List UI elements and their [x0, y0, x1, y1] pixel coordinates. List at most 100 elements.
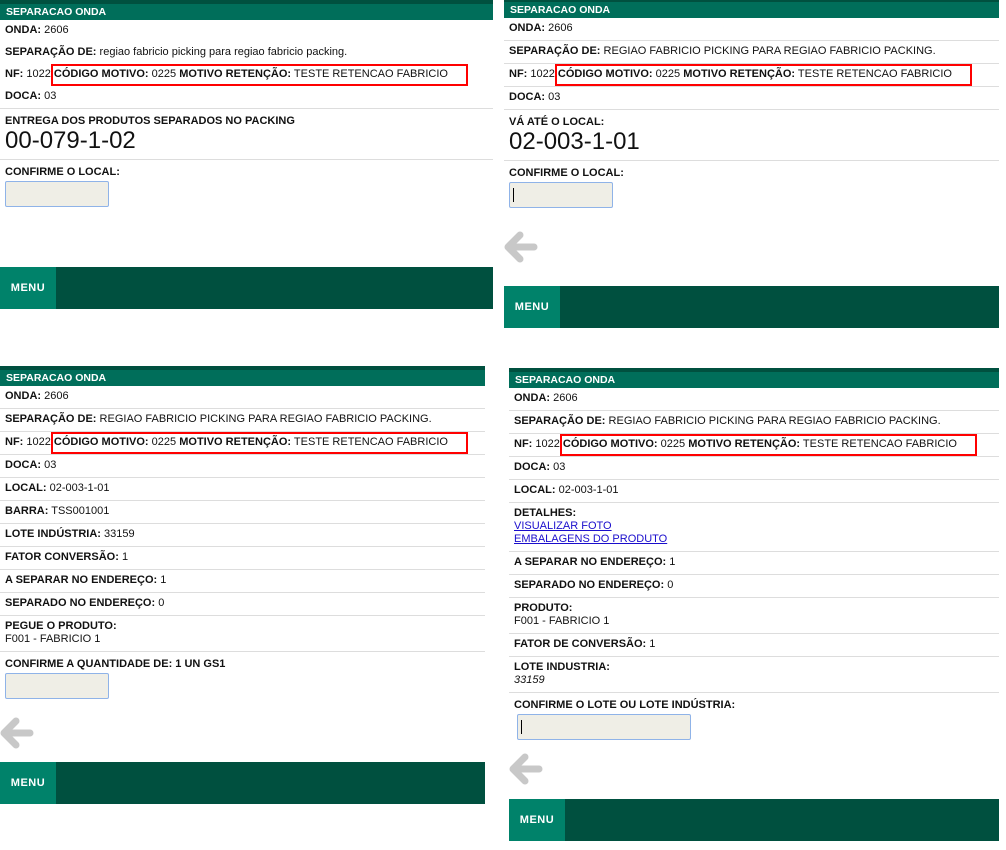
field-value: regiao fabricio picking para regiao fabr… [99, 46, 348, 58]
info-row-barra: BARRA: TSS001001 [0, 501, 485, 524]
field-label: ONDA: [5, 390, 42, 402]
field-value: REGIAO FABRICIO PICKING PARA REGIAO FABR… [603, 45, 936, 57]
info-row-entrega-dos-produtos-separados: ENTREGA DOS PRODUTOS SEPARADOS NO PACKIN… [0, 109, 493, 160]
reason-value: TESTE RETENCAO FABRICIO [797, 68, 952, 80]
info-row-nf: NF: 1022 CÓDIGO MOTIVO: 0225 MOTIVO RETEN… [504, 64, 999, 87]
field-value: 2606 [553, 392, 578, 404]
field-value: 03 [44, 90, 57, 102]
field-value: 1 [669, 556, 676, 568]
info-row-fator-conversao: FATOR CONVERSÃO: 1 [0, 547, 485, 570]
nf-value: 1022 [535, 438, 560, 450]
info-row-local: LOCAL: 02-003-1-01 [509, 480, 999, 503]
field-value: F001 - FABRICIO 1 [514, 615, 610, 627]
reason-value: TESTE RETENCAO FABRICIO [293, 436, 448, 448]
info-row-fator-de-conversao: FATOR DE CONVERSÃO: 1 [509, 634, 999, 657]
field-label: PRODUTO: [514, 602, 573, 614]
info-row-lote-industria: LOTE INDÚSTRIA: 33159 [0, 524, 485, 547]
field-value: 02-003-1-01 [49, 482, 110, 494]
back-arrow-icon[interactable] [504, 230, 538, 264]
confirme-a-quantidade-de-input[interactable] [5, 673, 109, 699]
field-label: DOCA: [5, 90, 42, 102]
field-value: 03 [548, 91, 561, 103]
confirme-o-local-input[interactable] [509, 182, 613, 208]
code-value: 0225 [151, 68, 177, 80]
field-value: 02-003-1-01 [558, 484, 619, 496]
info-row-confirme-o-local: CONFIRME O LOCAL: [504, 161, 999, 213]
info-row-pegue-o-produto: PEGUE O PRODUTO: F001 - FABRICIO 1 [0, 616, 485, 652]
info-row-local: LOCAL: 02-003-1-01 [0, 478, 485, 501]
info-row-va-ate-o-local: VÁ ATÉ O LOCAL: 02-003-1-01 [504, 110, 999, 161]
field-value: 1 [121, 551, 129, 563]
field-label: SEPARADO NO ENDEREÇO: [5, 597, 156, 609]
confirme-o-local-input[interactable] [5, 181, 109, 207]
location-value: 00-079-1-02 [5, 127, 136, 154]
menu-button[interactable]: MENU [504, 286, 560, 328]
info-row-nf: NF: 1022 CÓDIGO MOTIVO: 0225 MOTIVO RETEN… [0, 432, 485, 455]
info-row-confirme-o-local: CONFIRME O LOCAL: [0, 160, 493, 212]
field-label: FATOR DE CONVERSÃO: [514, 638, 647, 650]
retention-highlight: CÓDIGO MOTIVO: 0225 MOTIVO RETENÇÃO: TES… [554, 64, 972, 86]
screen-header: SEPARACAO ONDA [504, 0, 999, 18]
screen-header: SEPARACAO ONDA [0, 366, 485, 386]
code-label: CÓDIGO MOTIVO: [53, 68, 149, 80]
nf-value: 1022 [530, 68, 555, 80]
field-label: VÁ ATÉ O LOCAL: [509, 116, 605, 128]
field-label: SEPARAÇÃO DE: [509, 45, 601, 57]
field-value: REGIAO FABRICIO PICKING PARA REGIAO FABR… [99, 413, 432, 425]
info-row-onda: ONDA: 2606 [504, 18, 999, 41]
code-value: 0225 [151, 436, 177, 448]
field-label: LOTE INDUSTRIA: [514, 661, 610, 673]
reason-value: TESTE RETENCAO FABRICIO [293, 68, 448, 80]
nf-value: 1022 [26, 436, 51, 448]
field-label: A SEPARAR NO ENDEREÇO: [514, 556, 667, 568]
field-label: DOCA: [514, 461, 551, 473]
field-label: NF: [514, 438, 533, 450]
visualizar-foto-link[interactable]: VISUALIZAR FOTO [514, 520, 994, 533]
field-value: 03 [44, 459, 57, 471]
field-value: 33159 [104, 528, 135, 540]
back-arrow-icon[interactable] [509, 752, 543, 786]
field-label: SEPARAÇÃO DE: [5, 413, 97, 425]
info-row-doca: DOCA: 03 [0, 455, 485, 478]
info-row-onda: ONDA: 2606 [0, 386, 485, 409]
retention-highlight: CÓDIGO MOTIVO: 0225 MOTIVO RETENÇÃO: TES… [50, 432, 468, 454]
info-row-a-separar-no-endereco: A SEPARAR NO ENDEREÇO: 1 [0, 570, 485, 593]
reason-label: MOTIVO RETENÇÃO: [179, 436, 292, 448]
back-arrow-icon[interactable] [0, 716, 34, 750]
menu-button[interactable]: MENU [509, 799, 565, 841]
info-row-doca: DOCA: 03 [509, 457, 999, 480]
field-label: SEPARAÇÃO DE: [5, 46, 97, 58]
embalagens-do-produto-link[interactable]: EMBALAGENS DO PRODUTO [514, 533, 994, 546]
field-value: REGIAO FABRICIO PICKING PARA REGIAO FABR… [608, 415, 941, 427]
screen-3: SEPARACAO ONDA ONDA: 2606 SEPARAÇÃO DE: RE… [0, 366, 485, 806]
bottom-menu-bar: MENU [509, 799, 999, 841]
bottom-menu-bar: MENU [0, 762, 485, 804]
field-label: CONFIRME A QUANTIDADE DE: 1 UN GS1 [5, 658, 226, 670]
field-value: 0 [158, 597, 165, 609]
field-label: LOCAL: [514, 484, 556, 496]
screen-1: SEPARACAO ONDA ONDA: 2606 SEPARAÇÃO DE: re… [0, 0, 493, 312]
code-label: CÓDIGO MOTIVO: [562, 438, 658, 450]
field-label: NF: [5, 68, 24, 80]
screen-header: SEPARACAO ONDA [0, 0, 493, 20]
menu-button[interactable]: MENU [0, 762, 56, 804]
info-row-doca: DOCA: 03 [0, 86, 493, 109]
field-label: ONDA: [509, 22, 546, 34]
field-value: 33159 [514, 674, 545, 686]
field-value: 2606 [44, 390, 69, 402]
info-row-produto: PRODUTO: F001 - FABRICIO 1 [509, 598, 999, 634]
field-label: NF: [509, 68, 528, 80]
field-value: 0 [667, 579, 674, 591]
code-value: 0225 [655, 68, 681, 80]
menu-button[interactable]: MENU [0, 267, 56, 309]
confirme-o-lote-ou-lote--input[interactable] [517, 714, 691, 740]
field-label: BARRA: [5, 505, 49, 517]
info-row-detalhes: DETALHES: VISUALIZAR FOTO EMBALAGENS DO PR… [509, 503, 999, 552]
info-row-separacao-de: SEPARAÇÃO DE: REGIAO FABRICIO PICKING PA… [504, 41, 999, 64]
code-label: CÓDIGO MOTIVO: [53, 436, 149, 448]
field-label: ONDA: [5, 24, 42, 36]
reason-value: TESTE RETENCAO FABRICIO [802, 438, 957, 450]
field-label: DOCA: [509, 91, 546, 103]
info-row-onda: ONDA: 2606 [0, 20, 493, 42]
field-label: DOCA: [5, 459, 42, 471]
